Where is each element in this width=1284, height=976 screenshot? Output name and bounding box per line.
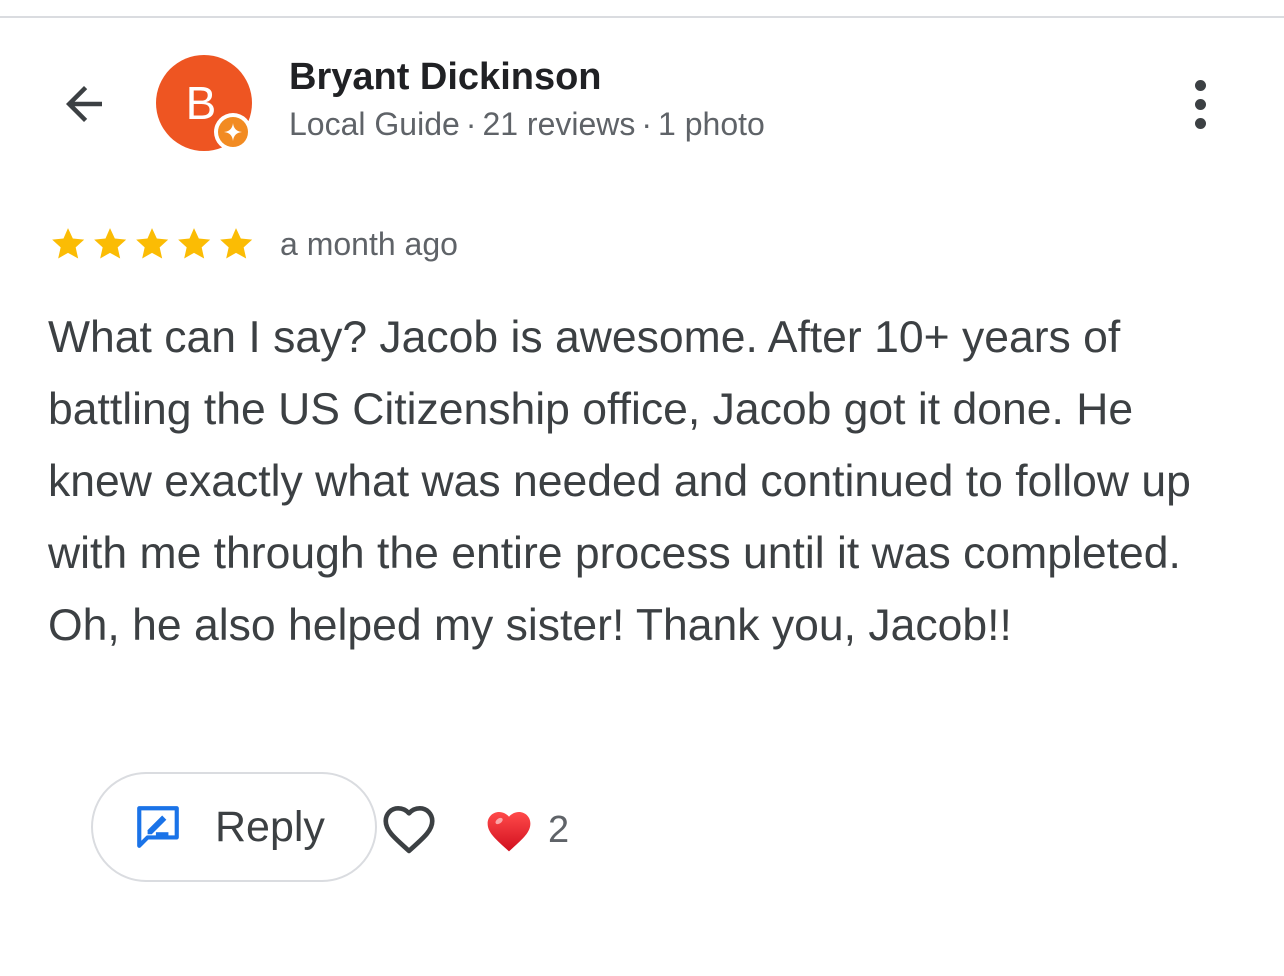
back-button[interactable] — [52, 72, 116, 136]
reviewer-name[interactable]: Bryant Dickinson — [289, 56, 602, 99]
star-icon — [220, 228, 253, 259]
local-guide-star-icon — [218, 117, 248, 147]
reply-edit-icon — [133, 802, 183, 852]
photo-count: 1 photo — [658, 106, 765, 142]
star-icon — [136, 228, 169, 259]
more-dot — [1194, 117, 1206, 129]
review-count: 21 reviews — [482, 106, 636, 142]
top-divider — [0, 16, 1284, 18]
star-rating — [48, 224, 256, 264]
heart-filled-icon — [482, 803, 536, 857]
review-text: What can I say? Jacob is awesome. After … — [48, 313, 1191, 650]
reply-button[interactable]: Reply — [91, 772, 377, 882]
local-guide-badge — [214, 113, 252, 151]
local-guide-label: Local Guide — [289, 106, 460, 142]
reactions[interactable]: 2 — [482, 800, 569, 860]
star-icon — [178, 228, 211, 259]
arrow-back-icon — [66, 86, 102, 122]
reviewer-meta: Local Guide · 21 reviews · 1 photo — [289, 106, 765, 143]
like-button[interactable] — [376, 796, 442, 862]
meta-separator: · — [641, 106, 653, 142]
star-icon — [94, 228, 127, 259]
more-options-button[interactable] — [1176, 72, 1224, 136]
reply-label: Reply — [215, 802, 325, 851]
review-time: a month ago — [280, 225, 458, 262]
more-vertical-icon — [1194, 79, 1206, 91]
reaction-count: 2 — [548, 808, 570, 851]
star-icon — [52, 228, 85, 259]
heart-outline-icon — [383, 806, 435, 854]
rating-row: a month ago — [48, 222, 458, 266]
more-dot — [1194, 98, 1206, 110]
meta-separator: · — [465, 106, 477, 142]
avatar[interactable]: B — [156, 55, 252, 151]
